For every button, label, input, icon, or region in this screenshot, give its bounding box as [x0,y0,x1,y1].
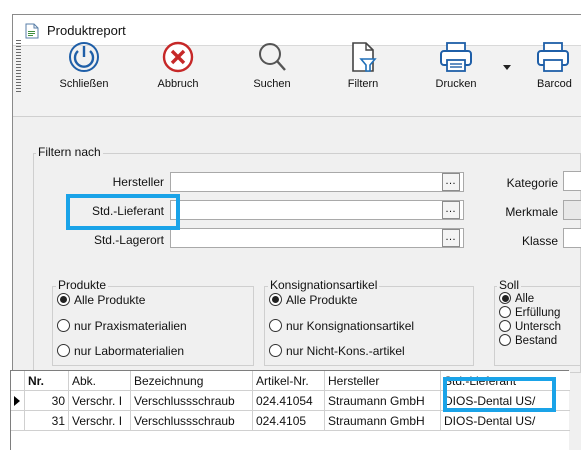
column-header-article-no[interactable]: Artikel-Nr. [253,371,325,391]
radio-icon [269,319,282,332]
default-supplier-field[interactable] [170,200,464,220]
class-label: Klasse [521,234,558,248]
target-group-legend: Soll [497,278,522,292]
table-cell-nr[interactable]: 30 [25,391,69,411]
filter-button[interactable]: Filtern [337,40,389,98]
table-cell-article-no[interactable]: 024.41054 [253,391,325,411]
default-storage-field[interactable] [170,228,464,248]
search-button[interactable]: Suchen [246,40,298,98]
radio-all-products[interactable]: Alle Produkte [57,293,145,307]
barcode-button[interactable]: Barcod [525,40,581,98]
manufacturer-browse-button[interactable]: … [442,173,460,191]
consignment-group-legend: Konsignationsartikel [268,278,380,292]
barcode-button-label: Barcod [537,78,572,90]
radio-selected-icon [57,293,70,306]
filter-group-legend: Filtern nach [36,145,103,159]
table-cell-manufacturer[interactable]: Straumann GmbH [325,391,441,411]
toolbar-grip[interactable] [16,40,21,94]
default-storage-label: Std.-Lagerort [93,233,164,247]
table-cell-default-supplier[interactable]: DIOS-Dental US/ [441,411,570,431]
table-cell-abbr[interactable]: Verschr. I [69,391,131,411]
print-dropdown-arrow[interactable] [503,65,511,70]
radio-icon [499,320,511,332]
filter-button-label: Filtern [347,78,379,90]
search-icon [259,43,286,71]
search-button-label: Suchen [253,78,291,90]
close-button[interactable]: Schließen [58,40,110,98]
printer-icon [440,42,472,72]
filter-document-icon [352,42,377,72]
radio-target-stock[interactable]: Bestand [499,334,557,347]
radio-selected-icon [269,293,282,306]
column-header-description[interactable]: Bezeichnung [131,371,253,391]
radio-selected-icon [499,292,511,304]
column-header-manufacturer[interactable]: Hersteller [325,371,441,391]
table-cell-abbr[interactable]: Verschr. I [69,411,131,431]
table-cell-nr[interactable]: 31 [25,411,69,431]
table-cell-description[interactable]: Verschlussschraub [131,391,253,411]
print-button-label: Drucken [435,78,477,90]
default-storage-browse-button[interactable]: … [442,229,460,247]
cancel-button-label: Abbruch [157,78,199,90]
close-button-label: Schließen [59,78,109,90]
radio-target-fulfillment[interactable]: Erfüllung [499,306,560,319]
column-header-abbr[interactable]: Abk. [69,371,131,391]
category-field[interactable] [563,171,581,191]
current-row-arrow-icon [14,396,20,406]
radio-icon [269,344,282,357]
power-icon [69,42,99,72]
print-button[interactable]: Drucken [426,40,486,98]
radio-icon [499,334,511,346]
radio-target-shortfall[interactable]: Untersch [499,320,561,333]
row-selector-header [11,371,25,391]
radio-icon [499,306,511,318]
barcode-printer-icon [537,42,569,72]
row-indicator-cell[interactable] [11,391,25,411]
radio-icon [57,344,70,357]
default-supplier-browse-button[interactable]: … [442,201,460,219]
row-indicator-cell[interactable] [11,411,25,431]
features-field[interactable] [563,200,581,220]
radio-non-consignment[interactable]: nur Nicht-Kons.-artikel [269,344,405,358]
radio-consignment-all[interactable]: Alle Produkte [269,293,357,307]
highlight-default-supplier-column [443,377,556,412]
category-label: Kategorie [506,176,558,190]
features-label: Merkmale [505,205,558,219]
radio-icon [57,319,70,332]
cancel-icon [162,41,194,73]
cancel-button[interactable]: Abbruch [152,40,204,98]
radio-lab-materials[interactable]: nur Labormaterialien [57,344,184,358]
radio-consignment-only[interactable]: nur Konsignationsartikel [269,319,414,333]
report-document-icon [25,23,39,39]
highlight-default-supplier-label [66,194,180,230]
table-cell-article-no[interactable]: 024.4105 [253,411,325,431]
window-title: Produktreport [47,23,126,38]
products-group-legend: Produkte [56,278,109,292]
column-header-nr[interactable]: Nr. [25,371,69,391]
class-field[interactable] [563,228,581,248]
table-cell-manufacturer[interactable]: Straumann GmbH [325,411,441,431]
radio-practice-materials[interactable]: nur Praxismaterialien [57,319,187,333]
manufacturer-label: Hersteller [112,175,164,189]
manufacturer-field[interactable] [170,172,464,192]
radio-target-all[interactable]: Alle [499,292,534,305]
table-cell-description[interactable]: Verschlussschraub [131,411,253,431]
